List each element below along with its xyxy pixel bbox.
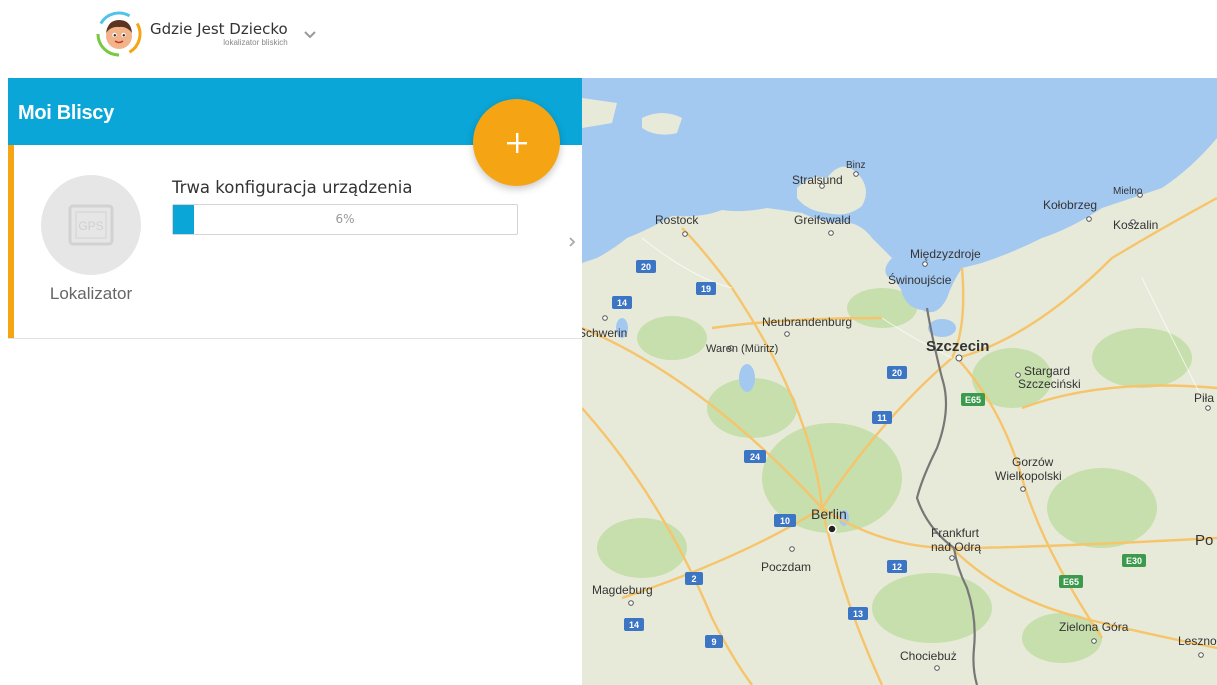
chevron-right-icon[interactable]	[565, 234, 579, 250]
road-shield: 20	[641, 262, 651, 272]
road-shield: 9	[711, 637, 716, 647]
road-shield: 14	[629, 620, 639, 630]
device-status: Trwa konfiguracja urządzenia	[172, 178, 413, 197]
city-label: Chociebuż	[900, 649, 957, 663]
road-shield: 14	[617, 298, 627, 308]
city-label: Szczeciński	[1018, 377, 1081, 391]
city-label: Kołobrzeg	[1043, 198, 1097, 212]
city-label: Mielno	[1113, 186, 1143, 197]
city-label: Świnoujście	[888, 272, 952, 287]
gps-icon-text: GPS	[78, 219, 103, 233]
card-accent	[8, 145, 14, 338]
city-label: Szczecin	[926, 338, 989, 355]
panel-title: Moi Bliscy	[18, 102, 114, 124]
city-label: Frankfurt	[931, 526, 980, 540]
city-label: Greifswald	[794, 213, 851, 227]
road-shield: 2	[691, 574, 696, 584]
city-label: Poczdam	[761, 560, 811, 574]
city-label: Leszno	[1178, 634, 1217, 648]
plus-icon	[506, 132, 527, 153]
city-label: Rostock	[655, 213, 699, 227]
road-shield: 13	[853, 609, 863, 619]
road-shield: 19	[701, 284, 711, 294]
app-subtitle: lokalizator bliskich	[223, 37, 288, 47]
app-logo-icon	[96, 11, 142, 57]
city-label: Magdeburg	[592, 583, 653, 597]
city-label: Międzyzdroje	[910, 247, 981, 261]
road-shield: E65	[1063, 577, 1079, 587]
city-label: Binz	[846, 160, 865, 171]
city-label: Zielona Góra	[1059, 620, 1129, 634]
city-label: Gorzów	[1012, 455, 1054, 469]
city-label: Schwerin	[582, 326, 627, 340]
city-label: Stralsund	[792, 173, 843, 187]
device-name: Lokalizator	[49, 284, 133, 303]
road-shield: E65	[965, 395, 981, 405]
road-shield: 10	[780, 516, 790, 526]
config-progress-bar: 6%	[172, 204, 518, 235]
city-label: nad Odrą	[931, 540, 981, 554]
device-avatar: GPS	[41, 175, 141, 275]
progress-text: 6%	[335, 212, 355, 226]
berlin-marker	[827, 524, 837, 534]
brand-text: Gdzie Jest Dziecko lokalizator bliskich	[150, 19, 288, 47]
chevron-down-icon[interactable]	[302, 26, 318, 42]
city-label: Waren (Müritz)	[706, 343, 778, 355]
city-label: Wielkopolski	[995, 469, 1062, 483]
city-label: Koszalin	[1113, 218, 1158, 232]
app-header: Gdzie Jest Dziecko lokalizator bliskich	[0, 0, 1217, 78]
road-shield: 24	[750, 452, 760, 462]
city-label: Po	[1195, 532, 1213, 549]
app-switcher[interactable]: Gdzie Jest Dziecko lokalizator bliskich	[96, 11, 318, 57]
road-shield: E30	[1126, 556, 1142, 566]
city-label: Piła	[1194, 391, 1214, 405]
road-shield: 12	[892, 562, 902, 572]
city-label: Neubrandenburg	[762, 315, 852, 329]
city-label: Berlin	[811, 506, 847, 522]
add-person-button[interactable]	[473, 99, 560, 186]
gps-device-icon: GPS	[68, 204, 114, 246]
road-shield: 11	[877, 413, 887, 423]
map-view[interactable]: 20 19 14 20 11 24 10 2 12 14 9 13 E65 E3…	[582, 78, 1217, 685]
city-label: Stargard	[1024, 364, 1070, 378]
app-title: Gdzie Jest Dziecko	[150, 19, 288, 38]
road-shield: 20	[892, 368, 902, 378]
